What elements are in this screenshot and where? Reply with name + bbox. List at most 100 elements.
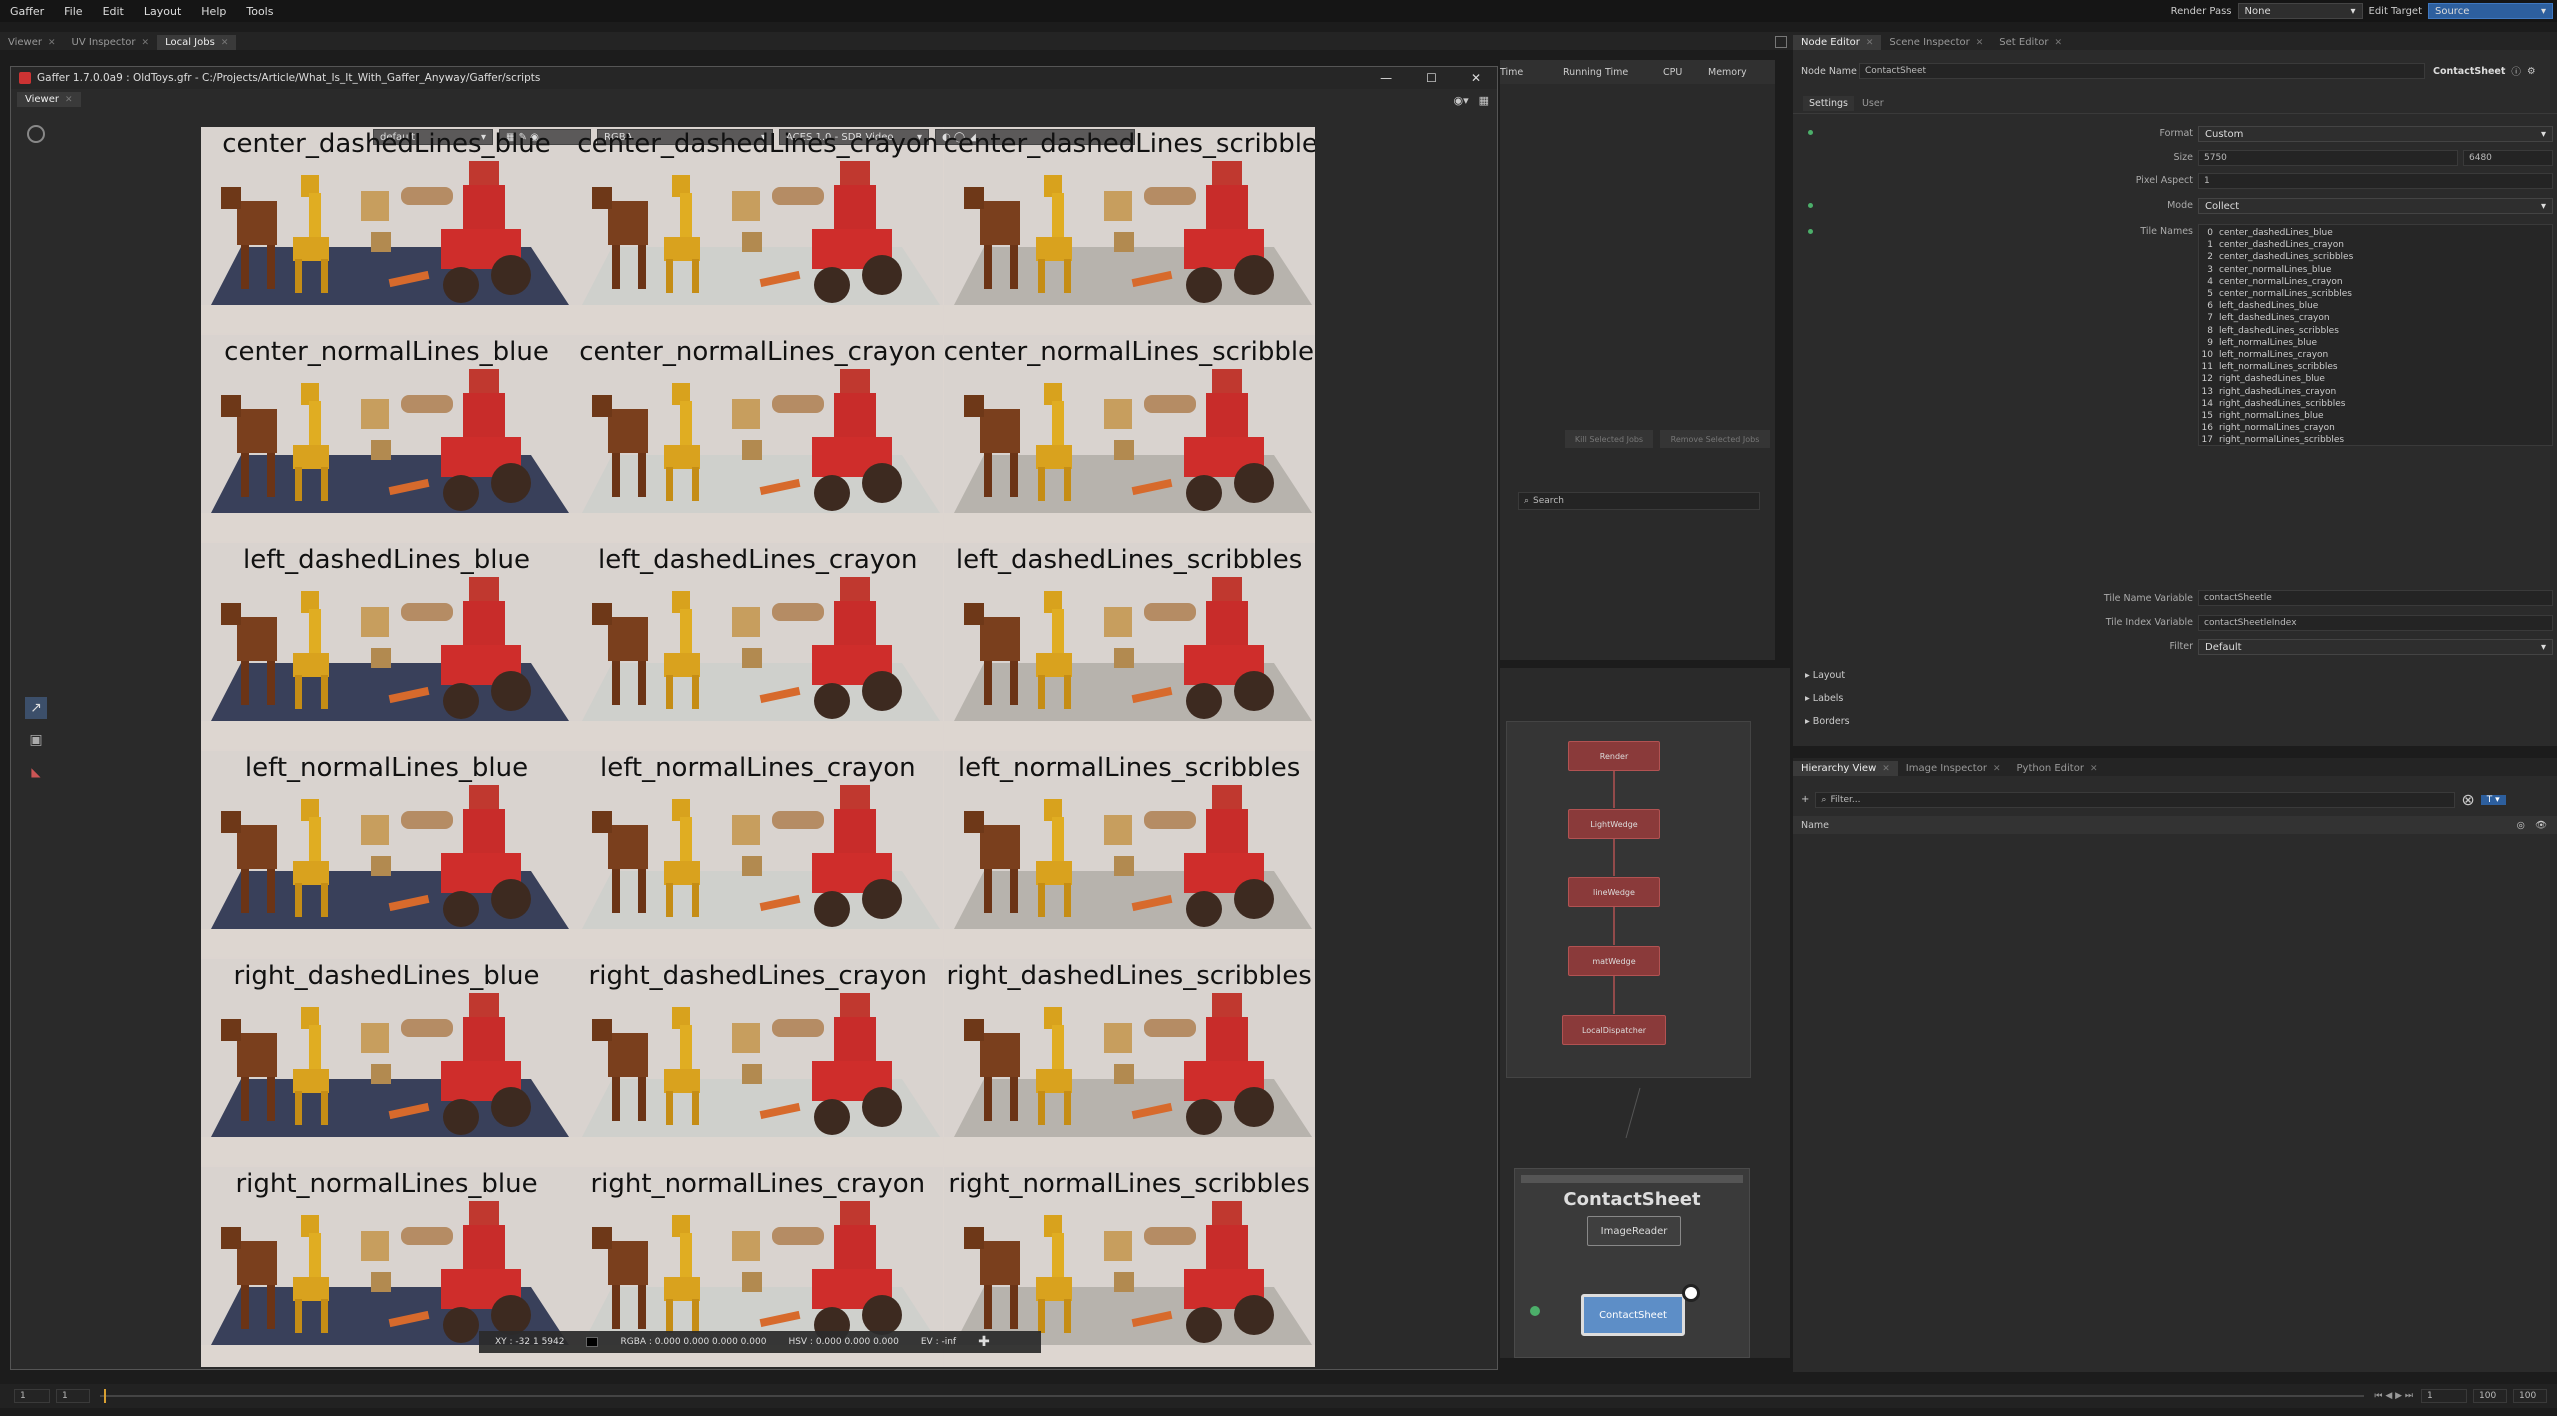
close-icon[interactable]: ✕ — [1993, 764, 2001, 774]
layout-icon[interactable] — [1775, 36, 1787, 48]
jobs-search-input[interactable]: ⌕ Search — [1518, 492, 1760, 510]
list-item[interactable]: 6 left_dashedLines_blue — [2199, 300, 2552, 312]
size-width-field[interactable]: 5750 — [2198, 150, 2458, 166]
remove-jobs-button[interactable]: Remove Selected Jobs — [1660, 430, 1770, 448]
clear-icon[interactable]: ⊗ — [2461, 790, 2474, 809]
graph-node-matwedge[interactable]: matWedge — [1568, 946, 1660, 976]
menu-layout[interactable]: Layout — [134, 5, 191, 18]
close-icon[interactable]: ✕ — [1471, 71, 1481, 85]
list-item[interactable]: 4 center_normalLines_crayon — [2199, 276, 2552, 288]
list-item[interactable]: 0 center_dashedLines_blue — [2199, 227, 2552, 239]
set-filter-button[interactable]: T ▾ — [2480, 794, 2506, 805]
layout-icon[interactable]: ▦ — [1479, 94, 1489, 107]
timeline-slider[interactable] — [100, 1389, 2365, 1403]
tab-user[interactable]: User — [1862, 98, 1884, 109]
tab-settings[interactable]: Settings — [1803, 96, 1854, 111]
col-cpu[interactable]: CPU — [1655, 67, 1700, 78]
mode-dropdown[interactable]: Collect ▾ — [2198, 198, 2553, 214]
name-column-header[interactable]: Name — [1801, 820, 1829, 831]
info-icon[interactable]: ⓘ — [2511, 64, 2521, 78]
graph-node-localdispatcher[interactable]: LocalDispatcher — [1562, 1015, 1666, 1045]
close-icon[interactable]: ✕ — [2054, 38, 2062, 48]
tab-uv-inspector[interactable]: UV Inspector ✕ — [64, 35, 158, 50]
menu-file[interactable]: File — [54, 5, 92, 18]
list-item[interactable]: 14 right_dashedLines_scribbles — [2199, 398, 2552, 410]
wipe-tool-icon[interactable]: ◣ — [25, 761, 47, 783]
close-icon[interactable]: ✕ — [1882, 764, 1890, 774]
playback-controls[interactable]: ⏮ ◀ ▶ ⏭ — [2374, 1391, 2413, 1401]
menu-gaffer[interactable]: Gaffer — [0, 5, 54, 18]
close-icon[interactable]: ✕ — [142, 38, 150, 48]
kill-jobs-button[interactable]: Kill Selected Jobs — [1565, 430, 1653, 448]
tab-viewer[interactable]: Viewer ✕ — [0, 35, 64, 50]
list-item[interactable]: 7 left_dashedLines_crayon — [2199, 312, 2552, 324]
playhead[interactable] — [104, 1389, 106, 1403]
list-item[interactable]: 17 right_normalLines_scribbles — [2199, 434, 2552, 446]
tab-python-editor[interactable]: Python Editor ✕ — [2009, 761, 2106, 776]
menu-tools[interactable]: Tools — [236, 5, 283, 18]
list-item[interactable]: 3 center_normalLines_blue — [2199, 264, 2552, 276]
end-frame-field-2[interactable]: 100 — [2513, 1389, 2547, 1403]
tab-hierarchy-view[interactable]: Hierarchy View ✕ — [1793, 761, 1898, 776]
list-item[interactable]: 5 center_normalLines_scribbles — [2199, 288, 2552, 300]
close-icon[interactable]: ✕ — [1976, 38, 1984, 48]
list-item[interactable]: 12 right_dashedLines_blue — [2199, 373, 2552, 385]
maximize-icon[interactable]: ☐ — [1426, 71, 1437, 85]
list-item[interactable]: 8 left_dashedLines_scribbles — [2199, 325, 2552, 337]
list-item[interactable]: 13 right_dashedLines_crayon — [2199, 385, 2552, 397]
crop-tool-icon[interactable]: ▣ — [25, 729, 47, 751]
close-icon[interactable]: ✕ — [65, 95, 73, 105]
section-borders[interactable]: ▸ Borders — [1805, 710, 1850, 733]
list-item[interactable]: 2 center_dashedLines_scribbles — [2199, 251, 2552, 263]
settings-icon[interactable]: ◉▾ — [1453, 94, 1468, 107]
size-height-field[interactable]: 6480 — [2463, 150, 2553, 166]
current-frame-right[interactable]: 1 — [2421, 1389, 2467, 1403]
tab-viewer-inner[interactable]: Viewer ✕ — [17, 92, 81, 107]
menu-edit[interactable]: Edit — [93, 5, 134, 18]
gear-icon[interactable]: ⚙ — [2527, 66, 2536, 77]
list-item[interactable]: 9 left_normalLines_blue — [2199, 337, 2552, 349]
col-time[interactable]: Time — [1500, 67, 1555, 78]
graph-node-contactsheet[interactable]: ContactSheet — [1581, 1294, 1685, 1336]
col-running-time[interactable]: Running Time — [1555, 67, 1655, 78]
tab-set-editor[interactable]: Set Editor ✕ — [1991, 35, 2070, 50]
format-dropdown[interactable]: Custom ▾ — [2198, 126, 2553, 142]
tab-image-inspector[interactable]: Image Inspector ✕ — [1898, 761, 2009, 776]
close-icon[interactable]: ✕ — [48, 38, 56, 48]
graph-node-lightwedge[interactable]: LightWedge — [1568, 809, 1660, 839]
list-item[interactable]: 16 right_normalLines_crayon — [2199, 422, 2552, 434]
render-pass-dropdown[interactable]: None ▾ — [2237, 3, 2363, 19]
end-frame-field[interactable]: 100 — [2473, 1389, 2507, 1403]
viewer-image[interactable]: center_dashedLines_blue center_dashedLine… — [201, 127, 1315, 1367]
graph-node-imagereader[interactable]: ImageReader — [1587, 1216, 1681, 1246]
graph-node-render[interactable]: Render — [1568, 741, 1660, 771]
tab-local-jobs[interactable]: Local Jobs ✕ — [157, 35, 237, 50]
close-icon[interactable]: ✕ — [221, 38, 229, 48]
current-frame-field[interactable]: 1 — [56, 1389, 90, 1403]
tile-index-variable-field[interactable]: contactSheetleIndex — [2198, 615, 2553, 631]
add-icon[interactable]: + — [1801, 794, 1809, 805]
hierarchy-filter-input[interactable]: ⌕ Filter... — [1815, 791, 2456, 808]
list-item[interactable]: 1 center_dashedLines_crayon — [2199, 239, 2552, 251]
section-layout[interactable]: ▸ Layout — [1805, 664, 1850, 687]
viewer-tool-icon[interactable] — [27, 125, 45, 143]
col-memory[interactable]: Memory — [1700, 67, 1747, 78]
pixel-aspect-field[interactable]: 1 — [2198, 173, 2553, 189]
tab-scene-inspector[interactable]: Scene Inspector ✕ — [1881, 35, 1991, 50]
minimize-icon[interactable]: — — [1380, 71, 1392, 85]
eye-icon[interactable]: 👁 — [2535, 820, 2547, 831]
visibility-icon[interactable]: ◎ — [2517, 820, 2525, 831]
tab-node-editor[interactable]: Node Editor ✕ — [1793, 35, 1882, 50]
pick-tool-icon[interactable]: ↗ — [25, 697, 47, 719]
close-icon[interactable]: ✕ — [2090, 764, 2098, 774]
tile-name-variable-field[interactable]: contactSheetle — [2198, 590, 2553, 606]
close-icon[interactable]: ✕ — [1866, 38, 1874, 48]
menu-help[interactable]: Help — [191, 5, 236, 18]
list-item[interactable]: 10 left_normalLines_crayon — [2199, 349, 2552, 361]
list-item[interactable]: 11 left_normalLines_scribbles — [2199, 361, 2552, 373]
add-icon[interactable]: ✚ — [978, 1334, 990, 1350]
filter-dropdown[interactable]: Default ▾ — [2198, 639, 2553, 655]
plug-dot-icon[interactable] — [1530, 1306, 1540, 1316]
edit-target-dropdown[interactable]: Source ▾ — [2428, 3, 2553, 19]
section-labels[interactable]: ▸ Labels — [1805, 687, 1850, 710]
